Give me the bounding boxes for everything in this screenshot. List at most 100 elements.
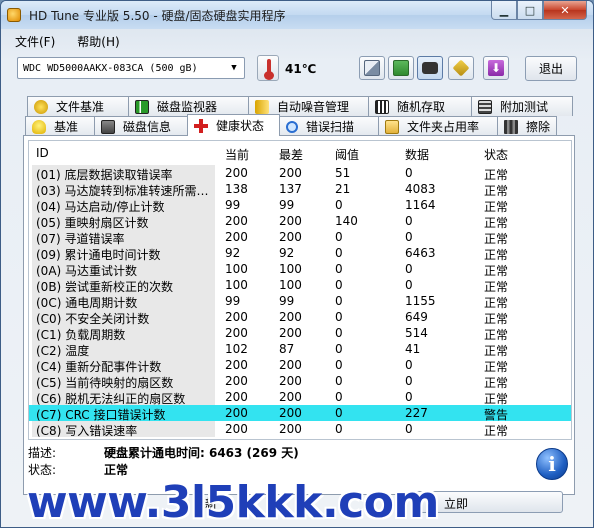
table-row[interactable]: (C7) CRC 接口错误计数 200 200 0 227 警告 (29, 405, 571, 422)
col-id[interactable]: ID (36, 146, 49, 160)
download-arrow-icon: ⬇ (488, 60, 504, 76)
raw-data-value: 514 (405, 326, 428, 340)
table-row[interactable]: (C2) 温度 102 87 0 41 正常 (29, 341, 571, 358)
table-row[interactable]: (0B) 尝试重新校正的次数 100 100 0 0 正常 (29, 277, 571, 294)
col-current[interactable]: 当前 (225, 146, 249, 163)
menu-help[interactable]: 帮助(H) (63, 31, 127, 51)
attribute-name: (C8) 写入错误速率 (32, 421, 215, 438)
table-row[interactable]: (05) 重映射扇区计数 200 200 140 0 正常 (29, 213, 571, 230)
status-value: 正常 (104, 463, 129, 477)
smart-table-header: ID 当前 最差 阈值 数据 状态 (29, 141, 571, 163)
tab-disk-info[interactable]: 磁盘信息 (94, 116, 188, 136)
close-button[interactable]: ✕ (543, 1, 587, 20)
threshold-value: 0 (335, 342, 343, 356)
threshold-value: 0 (335, 198, 343, 212)
smart-table[interactable]: ID 当前 最差 阈值 数据 状态 (01) 底层数据读取错误率 200 200 51… (28, 140, 572, 440)
table-row[interactable]: (03) 马达旋转到标准转速所需… 138 137 21 4083 正常 (29, 181, 571, 198)
worst-value: 137 (279, 182, 302, 196)
chevron-down-icon[interactable]: ▼ (226, 60, 242, 76)
table-row[interactable]: (0C) 通电周期计数 99 99 0 1155 正常 (29, 293, 571, 310)
table-row[interactable]: (04) 马达启动/停止计数 99 99 0 1164 正常 (29, 197, 571, 214)
title-bar: HD Tune 专业版 5.50 - 硬盘/固态硬盘实用程序 ▁ □ ✕ (1, 1, 593, 29)
drive-select[interactable]: WDC WD5000AAKX-083CA (500 gB) ▼ (17, 57, 245, 79)
table-row[interactable]: (01) 底层数据读取错误率 200 200 51 0 正常 (29, 165, 571, 182)
worst-value: 87 (279, 342, 295, 356)
copy-info-button[interactable] (359, 56, 385, 80)
calculator-icon (478, 99, 492, 114)
info-icon[interactable]: i (536, 448, 568, 480)
table-row[interactable]: (C6) 脱机无法纠正的扇区数 200 200 0 0 正常 (29, 389, 571, 406)
table-row[interactable]: (C8) 写入错误速率 200 200 0 0 正常 (29, 421, 571, 438)
magnifier-icon (286, 120, 298, 133)
worst-value: 200 (279, 422, 302, 436)
threshold-value: 0 (335, 262, 343, 276)
table-row[interactable]: (0A) 马达重试计数 100 100 0 0 正常 (29, 261, 571, 278)
tab-health[interactable]: 健康状态 (187, 114, 280, 136)
current-value: 99 (225, 198, 241, 212)
tab-disk-monitor[interactable]: 磁盘监视器 (128, 96, 249, 116)
attribute-name: (C7) CRC 接口错误计数 (32, 405, 215, 422)
save-button[interactable]: ⬇ (483, 56, 509, 80)
copy-all-button[interactable] (388, 56, 414, 80)
maximize-button[interactable]: □ (517, 1, 543, 20)
col-data[interactable]: 数据 (405, 146, 429, 163)
current-value: 200 (225, 406, 248, 420)
current-value: 200 (225, 326, 248, 340)
attribute-name: (0A) 马达重试计数 (32, 261, 215, 278)
health-cross-icon (194, 118, 208, 133)
raw-data-value: 0 (405, 278, 413, 292)
table-row[interactable]: (C4) 重新分配事件计数 200 200 0 0 正常 (29, 357, 571, 374)
col-threshold[interactable]: 阈值 (335, 146, 359, 163)
menu-file[interactable]: 文件(F) (1, 31, 63, 51)
table-row[interactable]: (09) 累计通电时间计数 92 92 0 6463 正常 (29, 245, 571, 262)
worst-value: 99 (279, 294, 295, 308)
threshold-value: 140 (335, 214, 358, 228)
options-button[interactable] (448, 56, 474, 80)
tab-extra-tests[interactable]: 附加测试 (471, 96, 573, 116)
threshold-value: 0 (335, 294, 343, 308)
tab-file-benchmark[interactable]: 文件基准 (27, 96, 129, 116)
threshold-value: 0 (335, 390, 343, 404)
table-row[interactable]: (C5) 当前待映射的扇区数 200 200 0 0 正常 (29, 373, 571, 390)
table-row[interactable]: (C0) 不安全关闭计数 200 200 0 649 正常 (29, 309, 571, 326)
raw-data-value: 649 (405, 310, 428, 324)
tab-row-top: 文件基准 磁盘监视器 自动噪音管理 随机存取 附加测试 (27, 96, 573, 116)
threshold-value: 0 (335, 406, 343, 420)
current-value: 102 (225, 342, 248, 356)
worst-value: 200 (279, 310, 302, 324)
screenshot-button[interactable] (417, 56, 443, 80)
trophy-icon (34, 99, 48, 114)
grid-icon (375, 99, 389, 114)
attribute-name: (C2) 温度 (32, 341, 215, 358)
attribute-name: (0B) 尝试重新校正的次数 (32, 277, 215, 294)
raw-data-value: 0 (405, 358, 413, 372)
minimize-button[interactable]: ▁ (491, 1, 517, 20)
exit-button[interactable]: 退出 (525, 56, 577, 81)
table-row[interactable]: (C1) 负载周期数 200 200 0 514 正常 (29, 325, 571, 342)
col-worst[interactable]: 最差 (279, 146, 303, 163)
raw-data-value: 0 (405, 230, 413, 244)
table-row[interactable]: (07) 寻道错误率 200 200 0 0 正常 (29, 229, 571, 246)
tab-benchmark[interactable]: 基准 (25, 116, 95, 136)
worst-value: 200 (279, 326, 302, 340)
chart-icon (135, 99, 149, 114)
col-status[interactable]: 状态 (484, 146, 508, 163)
threshold-value: 21 (335, 182, 351, 196)
raw-data-value: 0 (405, 390, 413, 404)
current-value: 200 (225, 166, 248, 180)
attribute-name: (07) 寻道错误率 (32, 229, 215, 246)
tab-error-scan[interactable]: 错误扫描 (279, 116, 379, 136)
attribute-name: (C1) 负载周期数 (32, 325, 215, 342)
tab-aam[interactable]: 自动噪音管理 (248, 96, 369, 116)
trash-icon (504, 119, 518, 134)
tab-random-access[interactable]: 随机存取 (368, 96, 472, 116)
tab-row-bottom: 基准 磁盘信息 健康状态 错误扫描 文件夹占用率 擦除 (25, 114, 557, 136)
worst-value: 200 (279, 406, 302, 420)
tab-folder-usage[interactable]: 文件夹占用率 (378, 116, 498, 136)
app-icon (7, 8, 21, 22)
current-value: 200 (225, 358, 248, 372)
current-value: 200 (225, 374, 248, 388)
threshold-value: 0 (335, 310, 343, 324)
raw-data-value: 0 (405, 374, 413, 388)
tab-erase[interactable]: 擦除 (497, 116, 557, 136)
